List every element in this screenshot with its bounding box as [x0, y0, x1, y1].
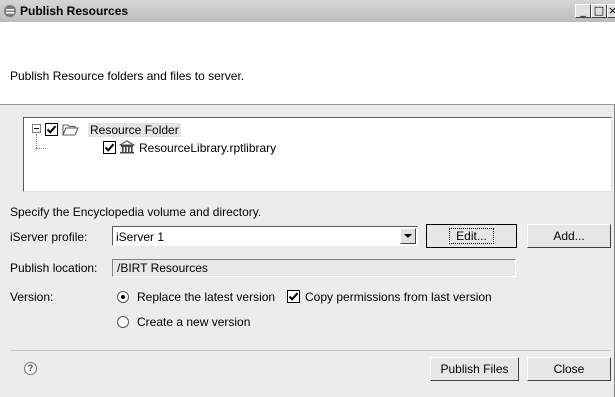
chevron-down-icon[interactable]	[400, 228, 416, 244]
iserver-profile-label: iServer profile:	[10, 230, 88, 244]
library-icon	[119, 140, 135, 154]
close-button[interactable]: Close	[527, 357, 611, 381]
iserver-profile-value: iServer 1	[116, 230, 165, 244]
checkmark-icon	[288, 292, 299, 301]
folder-open-icon	[62, 124, 79, 136]
publish-files-button[interactable]: Publish Files	[430, 357, 519, 381]
copy-permissions-label[interactable]: Copy permissions from last version	[305, 290, 492, 304]
copy-permissions-checkbox[interactable]	[287, 290, 300, 303]
replace-version-radio[interactable]	[117, 291, 129, 303]
edit-profile-button[interactable]: Edit...	[426, 224, 517, 248]
dialog-header: Publish Resource folders and files to se…	[0, 22, 615, 105]
add-profile-button[interactable]: Add...	[527, 224, 611, 248]
resource-tree[interactable]: Resource Folder ResourceLibrary.rptlibra…	[23, 117, 612, 192]
replace-version-label[interactable]: Replace the latest version	[137, 290, 275, 304]
tree-connector	[36, 134, 37, 148]
checkmark-icon	[46, 125, 57, 134]
create-version-radio[interactable]	[117, 316, 129, 328]
tree-item-resource-library[interactable]: ResourceLibrary.rptlibrary	[139, 141, 276, 155]
maximize-button[interactable]: □	[591, 4, 607, 18]
publish-location-label: Publish location:	[10, 261, 98, 275]
library-checkbox[interactable]	[103, 141, 116, 154]
tree-connector	[36, 148, 46, 149]
encyclopedia-instructions: Specify the Encyclopedia volume and dire…	[10, 205, 262, 219]
create-version-label[interactable]: Create a new version	[137, 315, 250, 329]
app-icon	[4, 5, 16, 17]
collapse-icon[interactable]	[32, 124, 41, 133]
version-label: Version:	[10, 290, 54, 304]
close-window-button[interactable]: ×	[607, 4, 615, 18]
iserver-profile-combo[interactable]: iServer 1	[112, 226, 418, 246]
tree-item-resource-folder[interactable]: Resource Folder	[88, 123, 181, 137]
edit-button-label: Edit...	[449, 227, 494, 244]
header-description: Publish Resource folders and files to se…	[10, 69, 245, 83]
title-bar[interactable]: Publish Resources _ □ ×	[0, 0, 615, 23]
resource-folder-checkbox[interactable]	[45, 123, 58, 136]
checkmark-icon	[104, 143, 115, 152]
minimize-button[interactable]: _	[575, 4, 591, 18]
footer-divider	[10, 350, 610, 351]
help-icon[interactable]: ?	[24, 362, 37, 375]
window-title: Publish Resources	[20, 4, 129, 18]
publish-location-field[interactable]: /BIRT Resources	[112, 259, 516, 277]
publish-resources-dialog: Publish Resources _ □ × Publish Resource…	[0, 0, 615, 397]
publish-location-value: /BIRT Resources	[117, 261, 208, 275]
